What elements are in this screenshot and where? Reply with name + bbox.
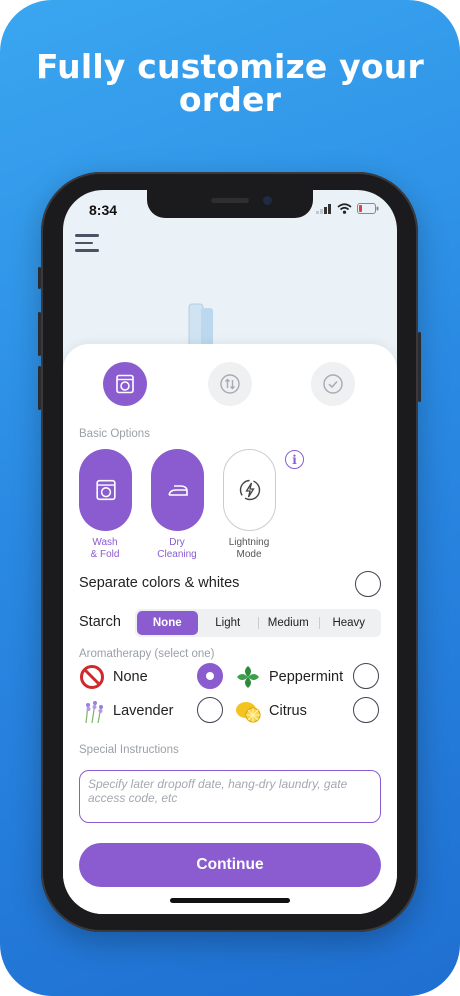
aroma-citrus-radio[interactable] bbox=[353, 697, 379, 723]
lemon-icon bbox=[234, 697, 262, 725]
menu-icon-bar bbox=[75, 249, 99, 252]
aroma-peppermint-label: Peppermint bbox=[269, 669, 344, 685]
order-options-sheet: Basic Options Wash & Fold Dry Cleaning L… bbox=[63, 344, 397, 914]
menu-button[interactable] bbox=[75, 234, 99, 257]
aroma-peppermint-radio[interactable] bbox=[353, 663, 379, 689]
battery-low-icon bbox=[357, 203, 379, 214]
app-screen: 8:34 Basic Options Wash & Fold Dry Clean… bbox=[63, 190, 397, 914]
separate-colors-label: Separate colors & whites bbox=[79, 575, 240, 591]
aroma-lavender-label: Lavender bbox=[113, 703, 174, 719]
continue-button[interactable]: Continue bbox=[79, 843, 381, 887]
service-wash-fold-button[interactable] bbox=[79, 449, 132, 531]
status-time: 8:34 bbox=[89, 202, 118, 218]
speaker-grille bbox=[211, 198, 249, 203]
swap-arrows-icon bbox=[220, 374, 240, 394]
aroma-none-radio[interactable] bbox=[197, 663, 223, 689]
menu-icon-bar bbox=[75, 234, 99, 237]
signal-icon bbox=[316, 203, 331, 214]
special-instructions-input[interactable]: Specify later dropoff date, hang-dry lau… bbox=[79, 770, 381, 823]
starch-option-medium[interactable]: Medium bbox=[258, 611, 319, 635]
aromatherapy-label: Aromatherapy (select one) bbox=[79, 648, 215, 660]
headline-line-1: Fully customize your bbox=[36, 47, 424, 86]
service-label-line: & Fold bbox=[90, 549, 120, 560]
mute-switch bbox=[38, 267, 41, 289]
service-lightning-mode-button[interactable] bbox=[223, 449, 276, 531]
volume-down-button bbox=[38, 366, 41, 410]
phone-notch bbox=[147, 190, 313, 218]
service-label-line: Cleaning bbox=[157, 549, 197, 560]
service-wash-fold-label: Wash & Fold bbox=[70, 537, 140, 561]
lavender-icon bbox=[78, 697, 106, 725]
status-icons bbox=[316, 203, 379, 214]
iron-icon bbox=[167, 485, 188, 496]
aroma-citrus-label: Citrus bbox=[269, 703, 307, 719]
promo-background: Fully customize your order 8:34 Basic Op… bbox=[0, 0, 460, 996]
aroma-lavender-radio[interactable] bbox=[197, 697, 223, 723]
aroma-none-label: None bbox=[113, 669, 148, 685]
mint-leaf-icon bbox=[234, 663, 262, 691]
front-camera bbox=[263, 196, 272, 205]
special-instructions-placeholder: Specify later dropoff date, hang-dry lau… bbox=[88, 777, 348, 805]
service-label-line: Lightning bbox=[228, 537, 270, 548]
basic-options-label: Basic Options bbox=[79, 428, 150, 440]
service-label-line: Dry bbox=[169, 537, 185, 548]
check-icon bbox=[323, 374, 343, 394]
service-dry-cleaning-label: Dry Cleaning bbox=[142, 537, 212, 561]
step-schedule[interactable] bbox=[208, 362, 252, 406]
background-illustration bbox=[188, 303, 213, 350]
special-instructions-label: Special Instructions bbox=[79, 744, 179, 756]
headline-line-2: order bbox=[178, 80, 282, 119]
starch-option-light[interactable]: Light bbox=[198, 611, 259, 635]
service-dry-cleaning-button[interactable] bbox=[151, 449, 204, 531]
starch-segmented-control: None Light Medium Heavy bbox=[135, 609, 381, 637]
starch-option-heavy[interactable]: Heavy bbox=[318, 611, 380, 635]
service-label-line: Mode bbox=[236, 549, 262, 560]
lightning-icon bbox=[239, 479, 260, 501]
step-service[interactable] bbox=[103, 362, 147, 406]
info-icon[interactable]: i bbox=[285, 450, 304, 469]
promo-headline: Fully customize your order bbox=[0, 50, 460, 116]
phone-frame: 8:34 Basic Options Wash & Fold Dry Clean… bbox=[38, 172, 421, 932]
menu-icon-bar bbox=[75, 241, 93, 244]
starch-option-none[interactable]: None bbox=[137, 611, 198, 635]
service-label-line: Wash bbox=[92, 537, 118, 548]
washer-icon bbox=[116, 374, 134, 394]
home-indicator bbox=[170, 898, 290, 903]
starch-label: Starch bbox=[79, 614, 121, 630]
wifi-icon bbox=[337, 203, 352, 214]
washer-icon bbox=[95, 479, 116, 501]
volume-up-button bbox=[38, 312, 41, 356]
power-button bbox=[418, 332, 421, 402]
no-symbol-icon bbox=[78, 663, 106, 691]
separate-colors-checkbox[interactable] bbox=[355, 571, 381, 597]
step-confirm[interactable] bbox=[311, 362, 355, 406]
service-lightning-mode-label: Lightning Mode bbox=[214, 537, 284, 561]
